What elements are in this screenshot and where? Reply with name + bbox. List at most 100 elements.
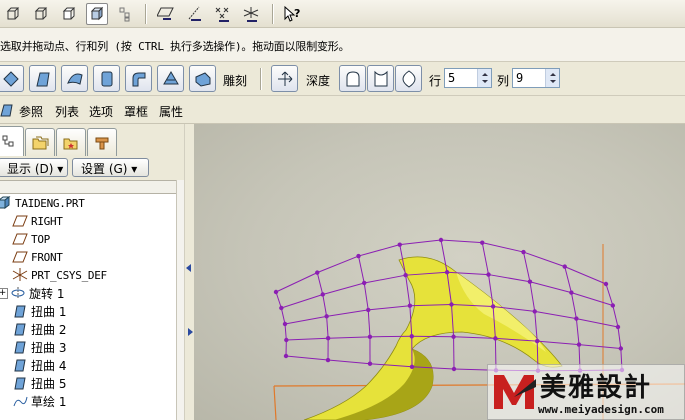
lattice-edge[interactable] [328,336,370,339]
direction-tool-icon[interactable] [271,65,298,92]
lattice-control-point[interactable] [521,249,526,255]
bend-tool-icon[interactable] [125,65,152,92]
lattice-control-point[interactable] [527,279,533,284]
lattice-edge[interactable] [537,340,580,346]
lattice-edge[interactable] [369,335,412,338]
lattice-edge[interactable] [364,274,406,284]
lattice-edge[interactable] [488,274,531,283]
stretch-tool-icon[interactable] [93,65,120,92]
tree-item-right-plane[interactable]: RIGHT [12,212,63,230]
lattice-edge[interactable] [571,292,613,306]
context-help-icon[interactable]: ? [281,3,303,25]
lattice-control-point[interactable] [284,337,289,343]
tree-item-part[interactable]: TAIDENG.PRT [0,194,85,212]
lattice-control-point[interactable] [451,366,457,372]
expand-right-icon[interactable] [188,328,193,336]
tab-options[interactable]: 选项 [89,103,113,120]
col-count-stepper[interactable]: 9 [512,68,560,88]
lattice-control-point[interactable] [325,357,331,363]
datum-axis-display-icon[interactable] [184,3,206,25]
model-tree-tab-icon[interactable] [0,126,24,156]
lattice-control-point[interactable] [490,304,496,309]
tree-item-revolve[interactable]: + 旋转 1 [0,284,64,302]
lattice-edge[interactable] [363,282,369,310]
lattice-edge[interactable] [317,255,359,274]
col-spin-arrows-icon[interactable] [545,69,559,87]
lattice-edge[interactable] [316,272,324,295]
lattice-edge[interactable] [358,255,365,284]
lattice-edge[interactable] [286,337,329,341]
lattice-control-point[interactable] [366,307,371,313]
lattice-edge[interactable] [570,292,577,319]
lattice-edge[interactable] [440,239,483,244]
lattice-control-point[interactable] [574,316,579,321]
lattice-edge[interactable] [482,242,524,253]
lattice-edge[interactable] [612,305,619,328]
lattice-edge[interactable] [605,283,614,306]
hidden-line-view-icon[interactable] [30,3,52,25]
depth-both-button[interactable] [395,65,422,92]
lattice-edge[interactable] [275,272,318,293]
tab-list[interactable]: 列表 [55,103,79,120]
tab-references[interactable]: 参照 [19,103,43,120]
row-count-stepper[interactable]: 5 [444,68,492,88]
lattice-control-point[interactable] [610,303,616,308]
lattice-control-point[interactable] [444,270,450,275]
lattice-control-point[interactable] [409,334,414,339]
tree-item-warp-1[interactable]: 扭曲 1 [12,302,66,320]
lattice-control-point[interactable] [283,353,289,359]
collapse-left-icon[interactable] [186,264,191,272]
lattice-edge[interactable] [578,344,621,349]
lattice-control-point[interactable] [618,346,624,351]
lattice-edge[interactable] [523,251,565,268]
depth-back-button[interactable] [367,65,394,92]
lattice-control-point[interactable] [325,335,331,341]
lattice-edge[interactable] [284,315,327,325]
transform-tool-icon[interactable] [0,65,24,92]
spine-tool-icon[interactable] [61,65,88,92]
lattice-edge[interactable] [322,282,365,295]
model-tree-toggle-icon[interactable] [114,3,136,25]
warp-tool-icon[interactable] [29,65,56,92]
lattice-control-point[interactable] [486,272,491,277]
panel-splitter[interactable] [184,124,194,420]
lattice-control-point[interactable] [320,292,325,297]
tree-item-top-plane[interactable]: TOP [12,230,50,248]
lattice-control-point[interactable] [315,270,320,275]
lattice-edge[interactable] [327,359,371,365]
lattice-edge[interactable] [529,281,572,294]
favorites-tab-icon[interactable] [56,128,86,156]
lattice-edge[interactable] [617,326,622,349]
lattice-edge[interactable] [275,291,282,309]
lattice-control-point[interactable] [273,289,279,295]
lattice-edge[interactable] [358,244,400,257]
row-spin-arrows-icon[interactable] [477,69,491,87]
tree-scrollbar[interactable] [176,180,184,420]
expand-icon[interactable]: + [0,287,8,299]
lattice-control-point[interactable] [569,290,574,295]
lattice-control-point[interactable] [407,303,413,308]
lattice-control-point[interactable] [576,342,582,347]
csys-display-icon[interactable] [240,3,262,25]
lattice-edge[interactable] [534,310,577,320]
twist-tool-icon[interactable] [157,65,184,92]
lattice-edge[interactable] [367,309,371,337]
lattice-edge[interactable] [280,307,286,325]
lattice-edge[interactable] [564,266,607,285]
folder-browser-tab-icon[interactable] [25,128,55,156]
settings-dropdown-button[interactable]: 设置 (G) ▾ [72,158,149,177]
lattice-edge[interactable] [368,305,410,311]
tab-frame[interactable]: 罩框 [124,103,148,120]
tree-item-sketch-1[interactable]: 草绘 1 [12,392,66,410]
tree-item-warp-3[interactable]: 扭曲 3 [12,338,66,356]
lattice-control-point[interactable] [449,302,454,307]
tab-properties[interactable]: 属性 [159,103,183,120]
lattice-control-point[interactable] [615,324,621,330]
lattice-edge[interactable] [326,316,329,339]
lattice-control-point[interactable] [493,336,498,341]
lattice-control-point[interactable] [324,314,329,319]
tree-item-csys[interactable]: PRT_CSYS_DEF [12,266,107,284]
datum-plane-display-icon[interactable] [156,3,178,25]
lattice-control-point[interactable] [356,253,361,259]
lattice-edge[interactable] [285,355,329,361]
